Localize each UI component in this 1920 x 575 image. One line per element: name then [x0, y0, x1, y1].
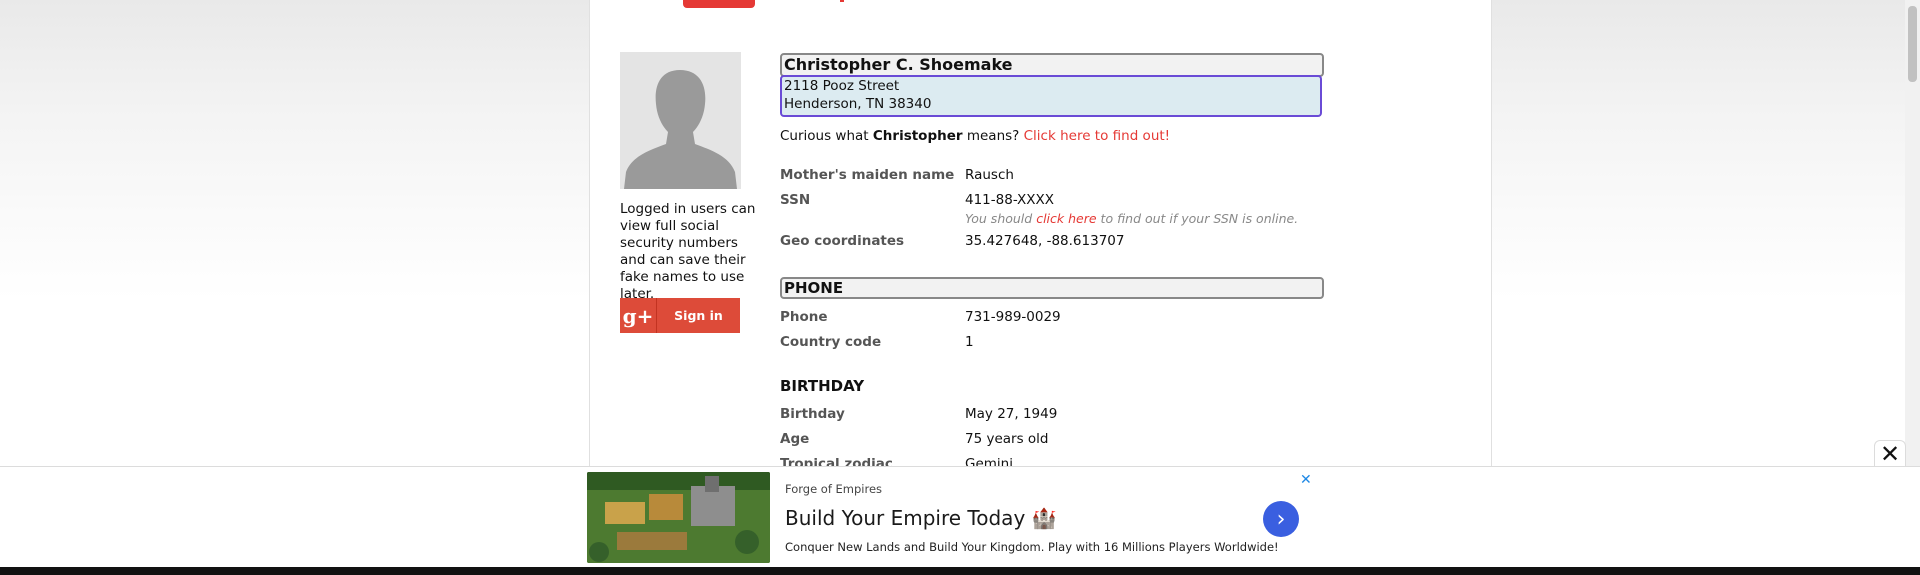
ad-choices-close-icon[interactable]: ✕ [1300, 472, 1312, 488]
birthday-value: May 27, 1949 [965, 406, 1058, 422]
ssn-check-link[interactable]: click here [1036, 211, 1096, 226]
ssn-note-suffix: to find out if your SSN is online. [1100, 211, 1299, 226]
game-scene-icon [587, 472, 770, 563]
country-code-value: 1 [965, 334, 974, 350]
ssn-note: You should click here to find out if you… [965, 211, 1298, 226]
phone-value: 731-989-0029 [965, 309, 1061, 325]
ssn-value: 411-88-XXXX [965, 192, 1055, 208]
mothers-maiden-value: Rausch [965, 167, 1014, 183]
geo-coordinates-link[interactable]: 35.427648, -88.613707 [965, 233, 1124, 249]
birthday-section-heading: BIRTHDAY [780, 377, 865, 395]
first-name: Christopher [872, 128, 963, 144]
name-meaning-link[interactable]: Click here to find out! [1024, 128, 1170, 144]
top-nav-button[interactable] [683, 0, 755, 8]
full-name: Christopher C. Shoemake [780, 53, 1324, 77]
phone-label: Phone [780, 309, 828, 325]
curious-prefix: Curious what [780, 128, 869, 144]
ad-collapse-button[interactable]: ✕ [1874, 440, 1906, 468]
birthday-label: Birthday [780, 406, 845, 422]
signin-label: Sign in [674, 308, 723, 323]
google-signin-button[interactable]: g+ Sign in [620, 298, 740, 333]
ad-image[interactable] [587, 472, 770, 563]
ad-cta-button[interactable]: › [1263, 501, 1299, 537]
ad-description: Conquer New Lands and Build Your Kingdom… [785, 540, 1279, 554]
country-code-label: Country code [780, 334, 882, 350]
chevron-right-icon: › [1276, 506, 1286, 532]
close-icon: ✕ [1879, 440, 1901, 468]
google-plus-icon: g+ [620, 298, 657, 333]
name-meaning-line: Curious what Christopher means? Click he… [780, 128, 1170, 144]
bottom-strip [0, 567, 1920, 575]
phone-section-heading: PHONE [780, 277, 1324, 299]
ad-title[interactable]: Build Your Empire Today 🏰 [785, 506, 1057, 530]
address-block[interactable]: 2118 Pooz Street Henderson, TN 38340 [780, 75, 1322, 117]
address-line2: Henderson, TN 38340 [784, 96, 932, 112]
login-note: Logged in users can view full social sec… [620, 201, 756, 302]
top-nav-link-fragment[interactable] [840, 0, 844, 2]
address-line1: 2118 Pooz Street [784, 78, 900, 94]
geo-label: Geo coordinates [780, 233, 905, 249]
avatar [620, 52, 741, 189]
avatar-silhouette-icon [620, 52, 741, 189]
ad-brand: Forge of Empires [785, 482, 883, 496]
scrollbar-thumb[interactable] [1908, 6, 1917, 82]
age-label: Age [780, 431, 810, 447]
mothers-maiden-label: Mother's maiden name [780, 167, 955, 183]
ssn-note-prefix: You should [965, 211, 1033, 226]
age-value: 75 years old [965, 431, 1049, 447]
ssn-label: SSN [780, 192, 811, 208]
curious-suffix: means? [966, 128, 1020, 144]
